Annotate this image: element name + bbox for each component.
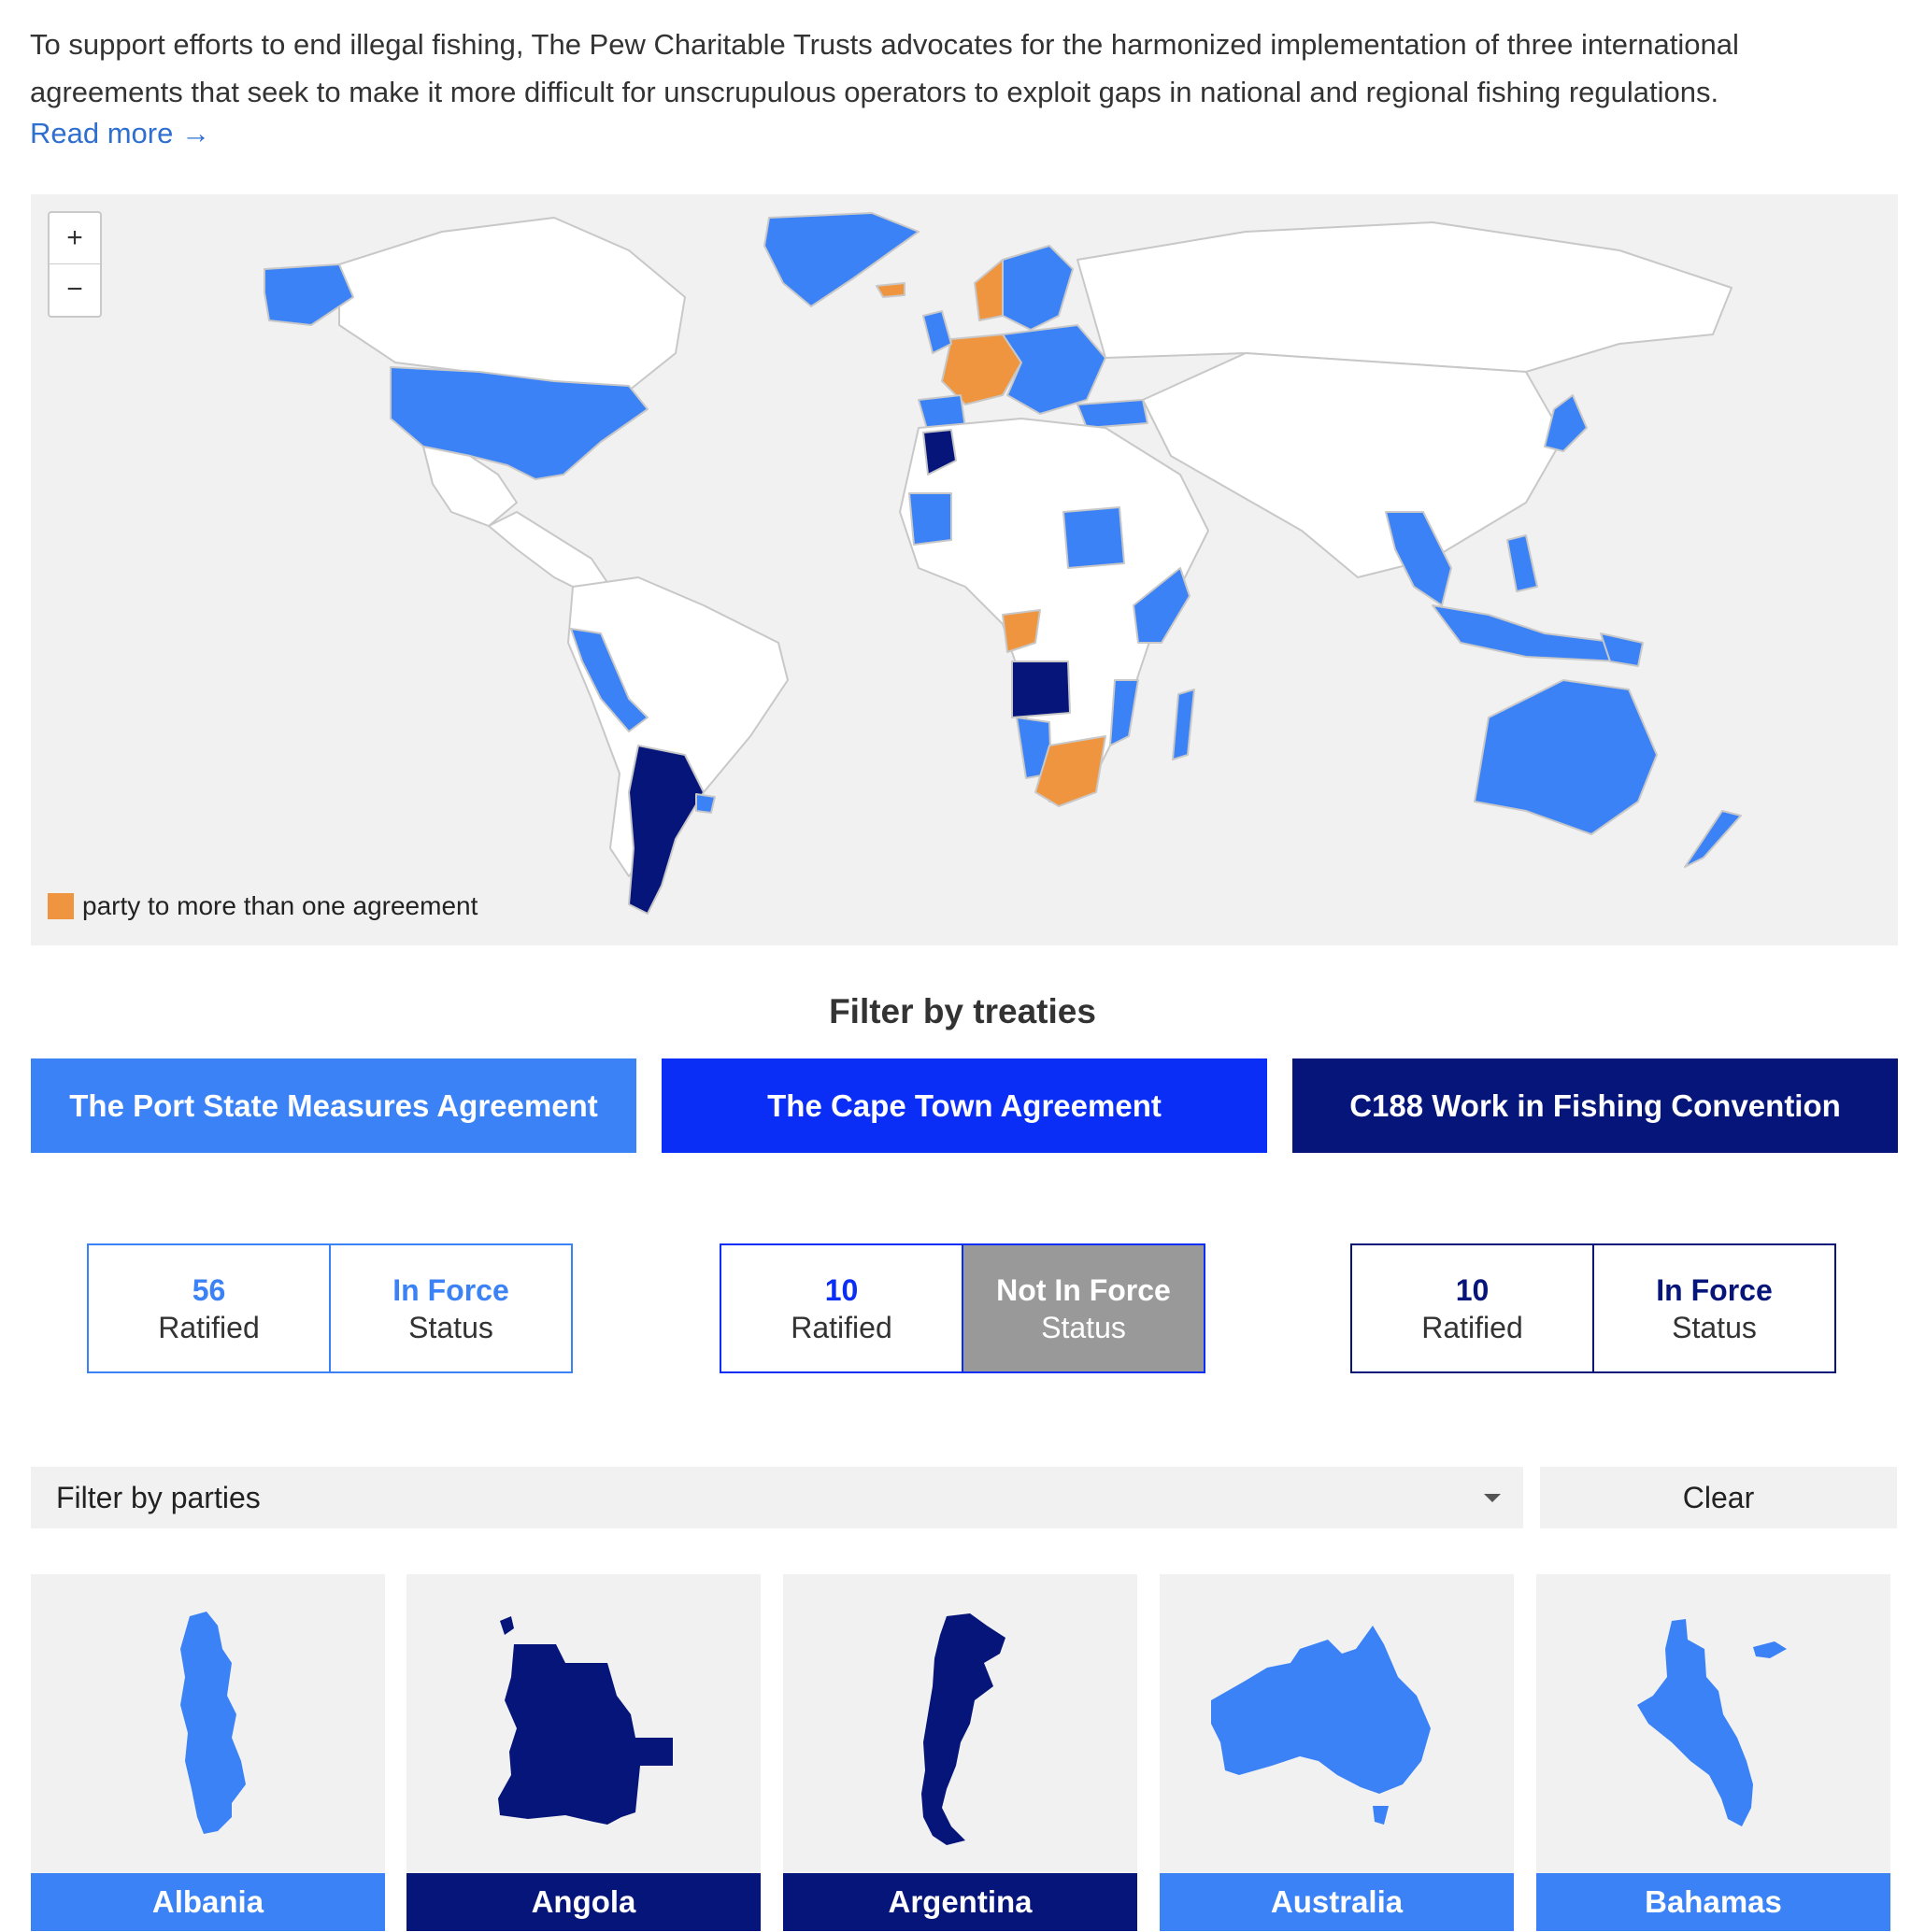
chevron-down-icon xyxy=(1484,1494,1501,1502)
country-canada xyxy=(338,217,686,391)
country-card-label: Bahamas xyxy=(1536,1873,1890,1931)
country-philippines xyxy=(1506,534,1538,592)
country-card-label: Albania xyxy=(31,1873,385,1931)
country-mozambique xyxy=(1109,679,1139,746)
legend-swatch xyxy=(48,893,74,919)
zoom-out-button[interactable]: − xyxy=(50,263,100,315)
country-angola xyxy=(1011,661,1071,718)
read-more-link[interactable]: Read more → xyxy=(30,117,210,150)
country-card-bahamas[interactable]: Bahamas xyxy=(1536,1574,1890,1931)
filter-by-treaties-title: Filter by treaties xyxy=(829,992,1096,1030)
country-card-albania[interactable]: Albania xyxy=(31,1574,385,1931)
country-argentina xyxy=(628,745,705,915)
treaty-button-c188[interactable]: C188 Work in Fishing Convention xyxy=(1292,1058,1898,1153)
country-madagascar xyxy=(1172,689,1195,760)
country-uruguay xyxy=(695,793,716,814)
psma-ratified: 56 Ratified xyxy=(89,1245,331,1371)
cape-town-status: Not In Force Status xyxy=(963,1245,1204,1371)
angola-shape-icon xyxy=(498,1616,673,1825)
filter-by-parties-placeholder: Filter by parties xyxy=(56,1480,261,1514)
argentina-shape-icon xyxy=(921,1613,1005,1845)
cape-town-ratified-count: 10 xyxy=(824,1272,859,1307)
country-sudan xyxy=(1062,506,1125,569)
country-card-label: Australia xyxy=(1160,1873,1514,1931)
country-scandinavia xyxy=(1002,245,1074,331)
country-card-angola[interactable]: Angola xyxy=(406,1574,761,1931)
c188-ratified: 10 Ratified xyxy=(1352,1245,1594,1371)
country-europe-east xyxy=(1002,324,1106,415)
cape-town-ratified-label: Ratified xyxy=(791,1310,892,1344)
clear-button[interactable]: Clear xyxy=(1540,1467,1897,1528)
country-card-label: Argentina xyxy=(783,1873,1137,1931)
country-uk xyxy=(922,310,952,354)
world-map-svg[interactable] xyxy=(31,194,1898,945)
zoom-in-button[interactable]: + xyxy=(50,213,100,263)
country-russia xyxy=(1077,221,1732,373)
cape-town-status-label: Status xyxy=(1041,1310,1126,1344)
country-japan xyxy=(1544,394,1588,452)
filter-by-parties-dropdown[interactable]: Filter by parties xyxy=(31,1467,1523,1528)
psma-status: In Force Status xyxy=(331,1245,571,1371)
albania-shape-icon xyxy=(180,1612,246,1834)
bahamas-shape-icon xyxy=(1637,1619,1787,1826)
country-mauritania xyxy=(908,492,952,546)
cape-town-stats: 10 Ratified Not In Force Status xyxy=(720,1243,1205,1373)
psma-stats: 56 Ratified In Force Status xyxy=(87,1243,573,1373)
psma-status-label: Status xyxy=(408,1310,493,1344)
c188-status-label: Status xyxy=(1672,1310,1757,1344)
psma-status-value: In Force xyxy=(392,1272,509,1307)
world-map[interactable]: + − party to more than one agreement xyxy=(31,194,1898,945)
cape-town-ratified: 10 Ratified xyxy=(721,1245,963,1371)
australia-shape-icon xyxy=(1211,1626,1431,1825)
intro-text: To support efforts to end illegal fishin… xyxy=(30,28,1739,108)
country-indonesia xyxy=(1432,604,1620,662)
psma-ratified-label: Ratified xyxy=(158,1310,260,1344)
country-turkey xyxy=(1077,399,1148,429)
country-australia xyxy=(1474,679,1658,835)
c188-status: In Force Status xyxy=(1594,1245,1834,1371)
zoom-control: + − xyxy=(48,211,102,318)
country-new-zealand xyxy=(1684,810,1742,868)
c188-stats: 10 Ratified In Force Status xyxy=(1350,1243,1836,1373)
treaty-button-cape-town[interactable]: The Cape Town Agreement xyxy=(662,1058,1267,1153)
psma-ratified-count: 56 xyxy=(192,1272,226,1307)
treaty-button-psma[interactable]: The Port State Measures Agreement xyxy=(31,1058,636,1153)
c188-ratified-label: Ratified xyxy=(1421,1310,1523,1344)
country-iceland xyxy=(876,282,905,298)
country-norway xyxy=(974,259,1004,321)
country-card-australia[interactable]: Australia xyxy=(1160,1574,1514,1931)
country-card-label: Angola xyxy=(406,1873,761,1931)
c188-status-value: In Force xyxy=(1656,1272,1773,1307)
map-legend: party to more than one agreement xyxy=(48,891,478,921)
country-card-argentina[interactable]: Argentina xyxy=(783,1574,1137,1931)
country-asia xyxy=(1142,352,1564,578)
cape-town-status-value: Not In Force xyxy=(996,1272,1171,1307)
c188-ratified-count: 10 xyxy=(1455,1272,1490,1307)
legend-label: party to more than one agreement xyxy=(82,891,478,920)
